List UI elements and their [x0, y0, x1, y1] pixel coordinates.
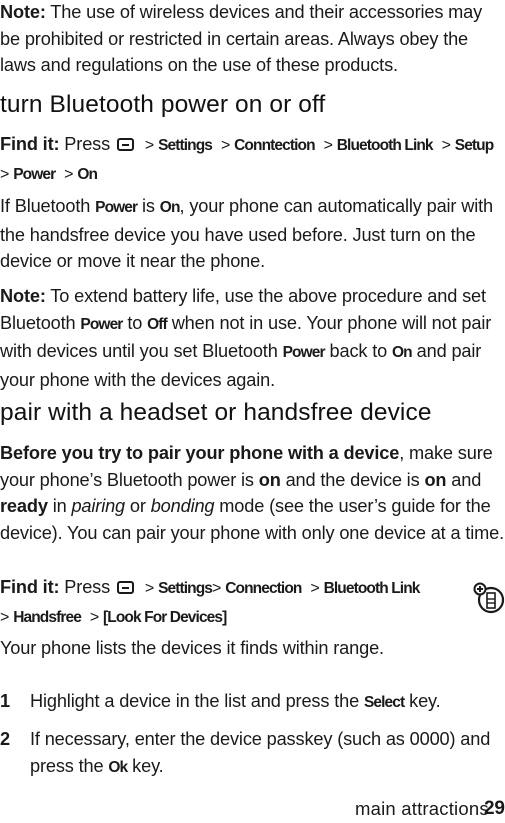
section-heading-bluetooth-power: turn Bluetooth power on or off: [0, 91, 326, 118]
step-number: 1: [0, 691, 10, 711]
manual-page: Note: The use of wireless devices and th…: [0, 0, 505, 819]
menu-path-item: Settings: [158, 137, 213, 154]
menu-path-item: Handsfree: [13, 608, 82, 626]
menu-term: Off: [147, 315, 168, 333]
device-list-result: Your phone lists the devices it finds wi…: [0, 638, 384, 658]
find-it-label: Find it:: [0, 134, 60, 154]
page-number: 29: [484, 798, 505, 819]
press-text: Press: [59, 577, 111, 597]
menu-term: Select: [363, 694, 405, 711]
wireless-note: Note: The use of wireless devices and th…: [0, 0, 505, 79]
find-it-bluetooth-power: Find it: Press > Settings > Conntection > B…: [0, 134, 494, 183]
menu-path-item: On: [77, 165, 98, 183]
note-text: The use of wireless devices and their ac…: [0, 2, 483, 75]
section-heading-pair-headset: pair with a headset or handsfree device: [0, 399, 432, 426]
menu-path-item: [Look For Devices]: [103, 608, 227, 626]
menu-term: Power: [282, 344, 326, 361]
menu-term: Ok: [108, 758, 128, 776]
menu-path-item: Settings: [158, 580, 213, 597]
menu-path-item: Setup: [454, 137, 494, 154]
intro-lead: Before you try to pair your phone with a…: [0, 443, 400, 463]
menu-key-icon: [116, 138, 134, 151]
menu-path-item: Bluetooth Link: [336, 137, 434, 154]
footer-section-label: main attractions: [355, 798, 489, 819]
menu-path-item: Connection: [225, 580, 302, 597]
menu-term: On: [392, 344, 413, 361]
note-label: Note:: [0, 2, 46, 22]
step-text: Highlight a device in the list and press…: [30, 691, 441, 711]
menu-path-item: Bluetooth Link: [323, 580, 421, 597]
menu-path-item: Conntection: [234, 137, 315, 154]
menu-path-item: Power: [13, 165, 56, 183]
auto-pair-paragraph: If Bluetooth Power is On, your phone can…: [0, 196, 493, 271]
feature-availability-icon: [473, 582, 505, 614]
find-it-pair-device: Find it: Press > Settings> Connection > Blu…: [0, 577, 421, 626]
menu-term: Power: [95, 199, 138, 216]
find-it-label: Find it:: [0, 577, 60, 597]
step-number: 2: [0, 729, 10, 749]
menu-key-icon: [116, 581, 134, 594]
battery-note: Note: To extend battery life, use the ab…: [0, 286, 492, 390]
step-text: If necessary, enter the device passkey (…: [30, 729, 491, 776]
press-text: Press: [59, 134, 111, 154]
menu-term: Power: [80, 315, 123, 333]
pairing-intro-paragraph: Before you try to pair your phone with a…: [0, 443, 505, 543]
note-label: Note:: [0, 286, 46, 306]
menu-term: On: [159, 199, 181, 216]
